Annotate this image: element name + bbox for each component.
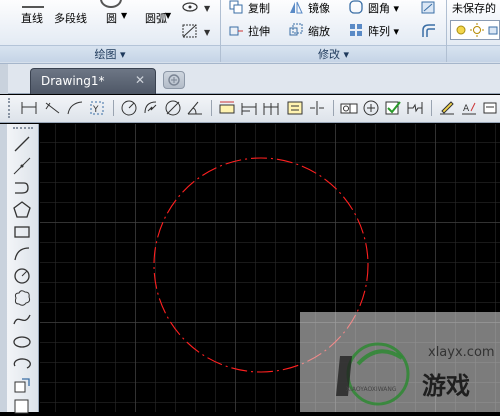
- array-icon: [349, 23, 363, 37]
- circle-tool-icon[interactable]: [12, 266, 32, 286]
- fillet-button[interactable]: 圆角 ▾: [368, 0, 399, 16]
- linear-dimension-icon[interactable]: [20, 99, 38, 117]
- dimension-space-icon[interactable]: [286, 99, 304, 117]
- tab-bar-edge: [0, 64, 8, 94]
- tab-label: Drawing1*: [41, 74, 105, 88]
- ribbon: 直线 多段线 圆 圆弧 ▼ ▼ ▼ ▼ 绘图 ▾ 复制 镜像 圆角 ▾ 拉伸 缩…: [0, 0, 500, 64]
- line-tool-icon[interactable]: [12, 134, 32, 154]
- rectangle-tool-icon[interactable]: [12, 222, 32, 242]
- make-block-icon[interactable]: [12, 396, 32, 416]
- tab-drawing1[interactable]: Drawing1* ✕: [30, 68, 156, 94]
- watermark-pinyin: XIAOYAOXIWANG: [346, 386, 397, 393]
- watermark-brand: 游戏: [422, 372, 470, 400]
- dimension-toolbar: Y A: [0, 95, 500, 123]
- inspection-icon[interactable]: [384, 99, 402, 117]
- array-button[interactable]: 阵列 ▾: [368, 23, 399, 39]
- radius-dimension-icon[interactable]: [120, 99, 138, 117]
- tolerance-icon[interactable]: [340, 99, 358, 117]
- angular-dimension-icon[interactable]: [186, 99, 204, 117]
- toolbar-separator: [333, 100, 334, 116]
- ellipse-tool-icon[interactable]: [12, 332, 32, 352]
- scale-icon: [289, 23, 303, 37]
- polyline-tool-icon[interactable]: [12, 178, 32, 198]
- center-mark-icon[interactable]: [362, 99, 380, 117]
- baseline-dimension-icon[interactable]: [240, 99, 258, 117]
- ellipse-arc-icon[interactable]: [12, 354, 32, 374]
- fillet-icon: [349, 0, 363, 14]
- circle-icon: [100, 0, 122, 8]
- circle-button[interactable]: 圆: [106, 10, 117, 26]
- copy-icon: [229, 0, 243, 14]
- toolbar-separator: [113, 100, 114, 116]
- trim-icon[interactable]: [420, 0, 438, 16]
- watermark: xlayx.com 游戏 XIAOYAOXIWANG: [300, 312, 500, 412]
- toolbar-separator: [211, 100, 212, 116]
- construction-line-icon[interactable]: [12, 156, 32, 176]
- arc-length-icon[interactable]: [66, 99, 84, 117]
- dimension-edit-icon[interactable]: [438, 99, 456, 117]
- modify-panel-title[interactable]: 修改 ▾: [221, 45, 446, 62]
- svg-text:▼: ▼: [204, 28, 211, 37]
- quick-dimension-icon[interactable]: [218, 99, 236, 117]
- line-button[interactable]: 直线: [21, 10, 43, 26]
- spline-tool-icon[interactable]: [12, 310, 32, 330]
- revision-cloud-icon[interactable]: [12, 288, 32, 308]
- mirror-icon: [289, 0, 303, 14]
- draw-panel-title[interactable]: 绘图 ▾: [0, 45, 220, 62]
- arc-button[interactable]: 圆弧: [145, 10, 167, 26]
- circle-dropdown-icon[interactable]: ▼: [121, 11, 127, 20]
- mirror-button[interactable]: 镜像: [308, 0, 330, 16]
- layer-dropdown[interactable]: [450, 20, 500, 40]
- copy-button[interactable]: 复制: [248, 0, 270, 16]
- dimension-break-icon[interactable]: [308, 99, 326, 117]
- jogged-dimension-icon[interactable]: [142, 99, 160, 117]
- layer-state-dropdown[interactable]: 未保存的: [452, 0, 496, 16]
- close-icon[interactable]: ✕: [135, 73, 145, 87]
- svg-text:Y: Y: [92, 105, 99, 115]
- scale-button[interactable]: 缩放: [308, 23, 330, 39]
- svg-text:A: A: [463, 104, 470, 114]
- toolbar-grip[interactable]: [8, 98, 12, 118]
- hatch-tool-button[interactable]: ▼: [180, 22, 214, 40]
- draw-toolbar: [7, 124, 39, 414]
- ordinate-dimension-icon[interactable]: Y: [88, 99, 106, 117]
- svg-text:▼: ▼: [204, 4, 211, 13]
- toolbar-separator: [431, 100, 432, 116]
- insert-block-icon[interactable]: [12, 376, 32, 396]
- stretch-button[interactable]: 拉伸: [248, 23, 270, 39]
- left-dock-edge: [0, 124, 7, 412]
- polygon-tool-icon[interactable]: [12, 200, 32, 220]
- offset-icon[interactable]: [420, 22, 438, 40]
- polyline-button[interactable]: 多段线: [54, 10, 87, 26]
- arc-dropdown-icon[interactable]: ▼: [165, 11, 171, 20]
- jogged-linear-icon[interactable]: [406, 99, 424, 117]
- ellipse-tool-button[interactable]: ▼: [180, 0, 214, 16]
- new-tab-button[interactable]: [163, 71, 185, 89]
- diameter-dimension-icon[interactable]: [164, 99, 182, 117]
- arc-tool-icon[interactable]: [12, 244, 32, 264]
- line-icon: [22, 0, 44, 8]
- continue-dimension-icon[interactable]: [262, 99, 280, 117]
- watermark-site: xlayx.com: [428, 345, 495, 360]
- layer-panel-title[interactable]: [447, 45, 500, 62]
- aligned-dimension-icon[interactable]: [44, 99, 62, 117]
- toolbar-grip[interactable]: [13, 127, 33, 131]
- watermark-logo-icon: [336, 342, 410, 406]
- dimension-update-icon[interactable]: [482, 99, 500, 117]
- dimension-text-edit-icon[interactable]: A: [460, 99, 478, 117]
- stretch-icon: [229, 23, 243, 37]
